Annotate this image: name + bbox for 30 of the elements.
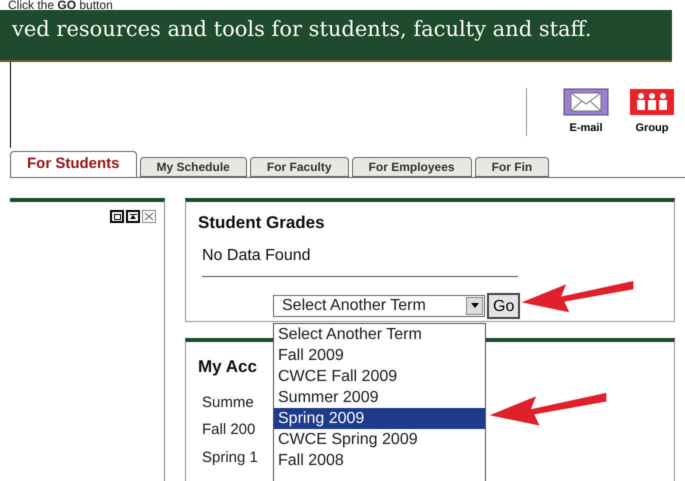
term-option[interactable]: Fall 2009 xyxy=(274,345,485,366)
close-icon[interactable] xyxy=(142,210,156,223)
toolbar-label[interactable]: E-mail xyxy=(569,120,602,136)
panel-title: Student Grades xyxy=(198,212,326,234)
term-option[interactable]: Fall 2008 xyxy=(274,450,485,471)
term-select[interactable]: Select Another Term xyxy=(273,294,485,316)
term-option[interactable]: Spring 2009 xyxy=(274,408,485,429)
people-icon[interactable] xyxy=(629,88,675,116)
tab[interactable]: For Faculty xyxy=(250,157,349,177)
collapse-icon[interactable] xyxy=(126,210,140,223)
panel-title: My Acc xyxy=(198,356,257,378)
term-option[interactable]: Summer 2009 xyxy=(274,387,485,408)
banner-text: ved resources and tools for students, faculty and staff. xyxy=(12,17,592,41)
account-link[interactable]: Spring 1 xyxy=(202,446,258,469)
maximize-icon[interactable] xyxy=(110,210,124,223)
go-button[interactable]: Go xyxy=(487,292,520,318)
term-option[interactable]: CWCE Fall 2009 xyxy=(274,366,485,387)
tab[interactable]: For Fin xyxy=(474,157,550,177)
toolbar-label[interactable]: Group xyxy=(636,120,668,136)
dropdown-icon[interactable] xyxy=(466,296,483,314)
tab[interactable]: For Students xyxy=(10,151,136,177)
term-option[interactable]: CWCE Spring 2009 xyxy=(274,429,485,450)
message: No Data Found xyxy=(202,244,518,276)
tab[interactable]: My Schedule xyxy=(140,157,247,177)
term-option[interactable]: Select Another Term xyxy=(274,324,485,345)
tab[interactable]: For Employees xyxy=(352,157,472,177)
account-link[interactable]: Fall 200 xyxy=(202,419,256,442)
caption: Click the GO button xyxy=(7,0,114,10)
account-link[interactable]: Summe xyxy=(202,392,254,414)
envelope-icon[interactable] xyxy=(563,88,609,116)
